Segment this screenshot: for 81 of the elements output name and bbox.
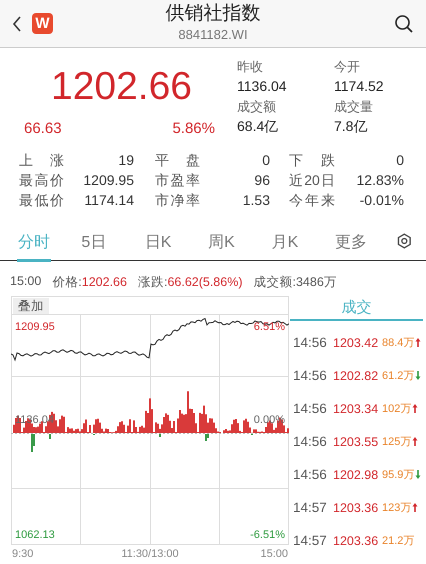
trade-time: 14:56: [293, 335, 328, 350]
trade-time: 14:56: [293, 467, 328, 482]
trade-volume: 61.2万: [382, 369, 414, 383]
trade-price: 1202.98: [333, 468, 380, 482]
stat-value: -0.01%: [358, 191, 404, 210]
search-icon[interactable]: [394, 14, 414, 34]
trade-price: 1202.82: [333, 368, 380, 382]
stat-label: 市盈率: [154, 171, 200, 190]
axis-label: 9:30: [12, 548, 34, 560]
field-value: 1174.52: [334, 77, 385, 96]
field-value: 68.4亿: [237, 117, 280, 136]
stat-value: 1.53: [242, 191, 270, 210]
stat-label: 市净率: [154, 191, 200, 210]
app-logo: W: [32, 13, 53, 34]
field-label: 昨收: [237, 58, 264, 76]
up-arrow-icon: [412, 436, 418, 447]
stat-value: 0: [261, 151, 270, 170]
stat-value: 12.83%: [356, 171, 404, 190]
stat-label: 最高价: [19, 171, 64, 190]
down-arrow-icon: [415, 370, 422, 381]
info-item: 成交额:3486万: [254, 274, 337, 291]
trade-volume: 125万: [382, 435, 412, 449]
trade-volume: 123万: [382, 501, 412, 515]
trade-volume: 21.2万: [382, 534, 414, 548]
up-arrow-icon: [412, 502, 418, 513]
stat-label: 最低价: [19, 191, 64, 210]
axis-label: 1209.95: [15, 321, 55, 333]
up-arrow-icon: [415, 337, 422, 348]
stat-value: 0: [395, 151, 404, 170]
axis-label: -6.51%: [250, 529, 285, 541]
axis-label: 1062.13: [15, 529, 55, 541]
field-label: 成交额: [237, 98, 277, 116]
field-label: 今开: [334, 58, 361, 76]
chart-tab[interactable]: 周K: [207, 225, 271, 260]
trade-volume: 88.4万: [382, 336, 414, 350]
trade-time: 14:56: [293, 368, 328, 383]
info-item: 价格:1202.66: [52, 274, 127, 291]
axis-label: 15:00: [260, 548, 288, 560]
trade-volume: 95.9万: [382, 468, 414, 482]
stat-label: 近20日: [288, 171, 335, 190]
info-time: 15:00: [10, 274, 42, 290]
stat-label: 平 盘: [154, 151, 200, 170]
overlay-button[interactable]: 叠加: [13, 298, 49, 314]
chart-tab[interactable]: 分时: [17, 225, 80, 260]
field-value: 7.8亿: [334, 117, 368, 136]
stat-label: 今年来: [288, 191, 335, 210]
trade-price: 1203.55: [333, 434, 380, 448]
axis-label: 11:30/13:00: [121, 548, 179, 560]
stat-value: 19: [117, 151, 134, 170]
trade-time: 14:56: [293, 401, 328, 416]
trade-price: 1203.36: [333, 534, 380, 548]
current-price: 1202.66: [50, 64, 193, 110]
chart-tab[interactable]: 月K: [270, 225, 334, 260]
field-label: 成交量: [334, 98, 374, 116]
trade-time: 14:57: [293, 500, 328, 515]
trade-price: 1203.42: [333, 336, 380, 350]
back-icon[interactable]: [12, 14, 22, 32]
info-item: 涨跌:66.62(5.86%): [138, 274, 242, 291]
trade-time: 14:56: [293, 434, 328, 449]
trades-tab[interactable]: 成交: [290, 297, 423, 321]
stat-label: 下 跌: [288, 151, 335, 170]
field-value: 1136.04: [237, 77, 288, 96]
page-title: 供销社指数: [166, 2, 260, 26]
index-code: 8841182.WI: [178, 26, 248, 44]
price-change: 66.63: [24, 120, 62, 137]
chart-tab[interactable]: 日K: [144, 225, 208, 260]
trade-price: 1203.36: [333, 500, 380, 514]
chart-tab[interactable]: 更多: [334, 225, 398, 260]
trade-volume: 102万: [382, 402, 412, 416]
axis-label: 6.51%: [254, 321, 285, 333]
up-arrow-icon: [412, 403, 418, 414]
stat-value: 96: [253, 171, 270, 190]
percent-change: 5.86%: [172, 120, 215, 137]
down-arrow-icon: [415, 469, 422, 480]
chart-tab[interactable]: 5日: [80, 225, 144, 260]
stat-value: 1209.95: [82, 171, 134, 190]
trade-time: 14:57: [293, 533, 328, 548]
stat-label: 上 涨: [19, 151, 64, 170]
settings-icon[interactable]: [397, 232, 412, 248]
trade-price: 1203.34: [333, 402, 380, 416]
stat-value: 1174.14: [83, 191, 134, 210]
